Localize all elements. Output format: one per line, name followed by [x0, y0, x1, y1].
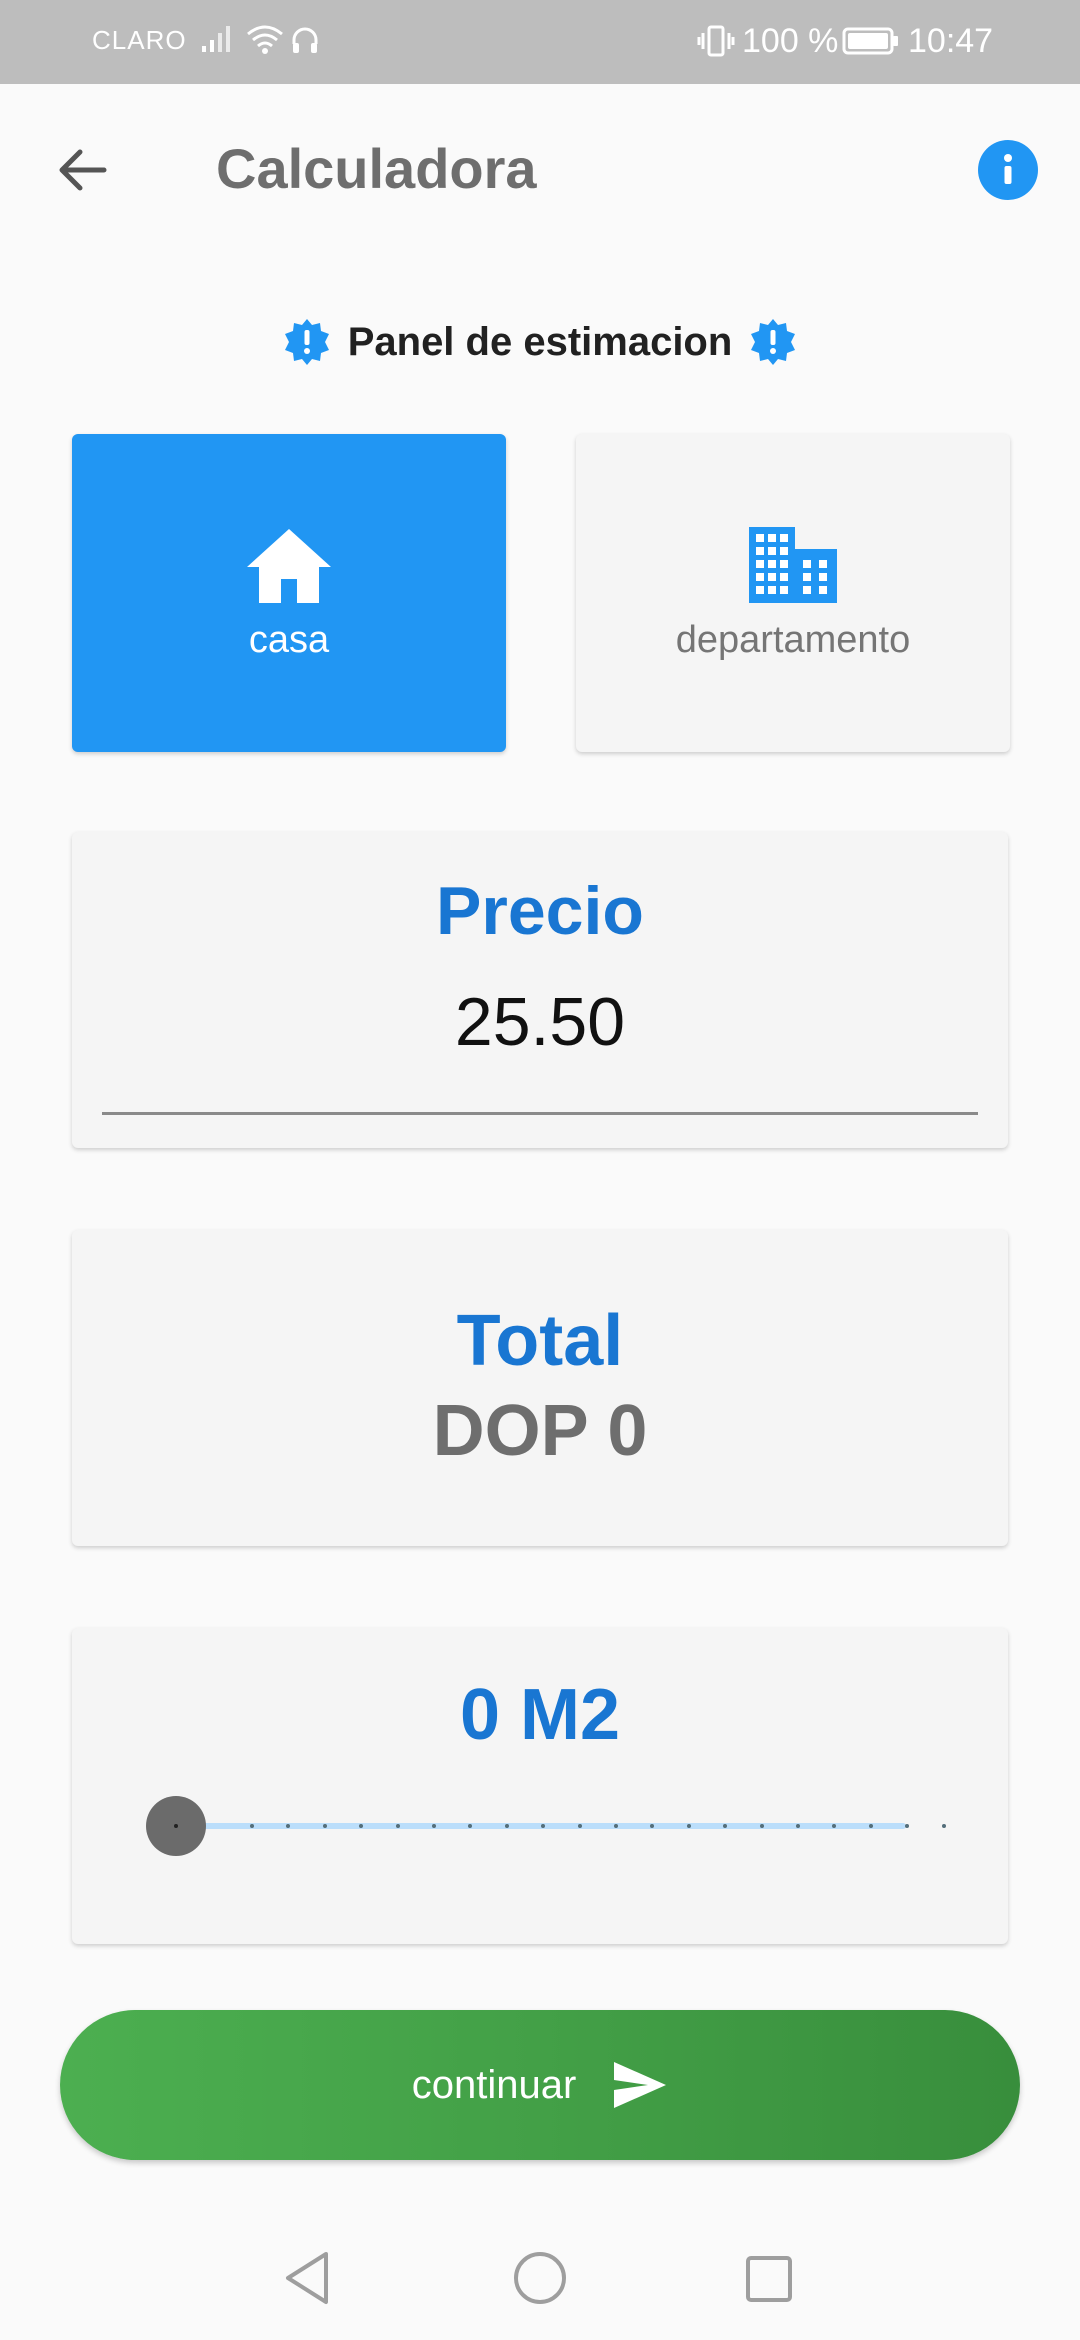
nav-recents-button[interactable]: [744, 2254, 794, 2309]
continue-button[interactable]: continuar: [60, 2010, 1020, 2160]
slider-tick: [322, 1824, 327, 1828]
nav-home-icon: [514, 2252, 566, 2304]
area-card: 0 M2: [72, 1628, 1008, 1944]
status-bar: CLARO 100 % 10:47: [0, 0, 1080, 84]
slider-tick: [905, 1824, 910, 1828]
slider-tick: [868, 1824, 873, 1828]
clock: 10:47: [908, 22, 994, 60]
alert-badge-icon: [284, 319, 329, 365]
slider-tick: [577, 1824, 582, 1828]
property-type-label: casa: [248, 618, 330, 661]
slider-thumb[interactable]: [146, 1796, 206, 1856]
vibrate-icon: [696, 24, 736, 63]
building-icon: [749, 526, 837, 603]
precio-label: Precio: [436, 873, 644, 949]
wifi-icon: [246, 24, 284, 61]
total-card: Total DOP 0: [72, 1230, 1008, 1546]
info-icon: [1004, 154, 1012, 184]
nav-home-button[interactable]: [512, 2250, 568, 2311]
area-value-label: 0 M2: [459, 1675, 621, 1755]
nav-recents-icon: [746, 2256, 792, 2302]
slider-tick: [796, 1824, 800, 1828]
property-type-casa[interactable]: casa: [72, 434, 506, 752]
slider-tick: [250, 1824, 254, 1828]
send-icon: [614, 2062, 667, 2108]
info-button[interactable]: [978, 140, 1038, 200]
total-value: DOP 0: [432, 1391, 648, 1471]
arrow-left-icon: [59, 149, 107, 191]
continue-button-label: continuar: [411, 2062, 577, 2107]
property-type-label: departamento: [675, 618, 911, 661]
precio-input[interactable]: [102, 982, 978, 1062]
precio-input-underline: [102, 1112, 978, 1115]
headset-icon: [290, 26, 320, 61]
slider-tick: [941, 1824, 946, 1828]
slider-tick: [614, 1824, 618, 1828]
page-title: Calculadora: [216, 137, 537, 200]
signal-icon: [200, 24, 234, 59]
slider-tick: [759, 1824, 764, 1828]
slider-tick: [686, 1824, 691, 1828]
slider-tick: [395, 1824, 400, 1828]
back-button[interactable]: [52, 138, 116, 202]
slider-tick: [432, 1824, 436, 1828]
alert-badge-icon: [751, 319, 796, 365]
system-nav-bar: [0, 2200, 1080, 2340]
carrier-label: CLARO: [92, 25, 187, 55]
battery-percent: 100 %: [742, 22, 839, 60]
nav-back-button[interactable]: [282, 2250, 332, 2311]
area-slider[interactable]: [142, 1796, 946, 1856]
panel-heading: Panel de estimacion: [0, 312, 1080, 372]
panel-heading-text: Panel de estimacion: [347, 319, 733, 364]
nav-back-icon: [286, 2252, 328, 2304]
total-label: Total: [456, 1301, 624, 1381]
app-bar: Calculadora: [0, 84, 1080, 254]
battery-icon: [842, 26, 900, 61]
property-type-departamento[interactable]: departamento: [576, 434, 1010, 752]
precio-card: Precio: [72, 832, 1008, 1148]
house-icon: [247, 528, 331, 603]
slider-tick: [504, 1824, 509, 1828]
